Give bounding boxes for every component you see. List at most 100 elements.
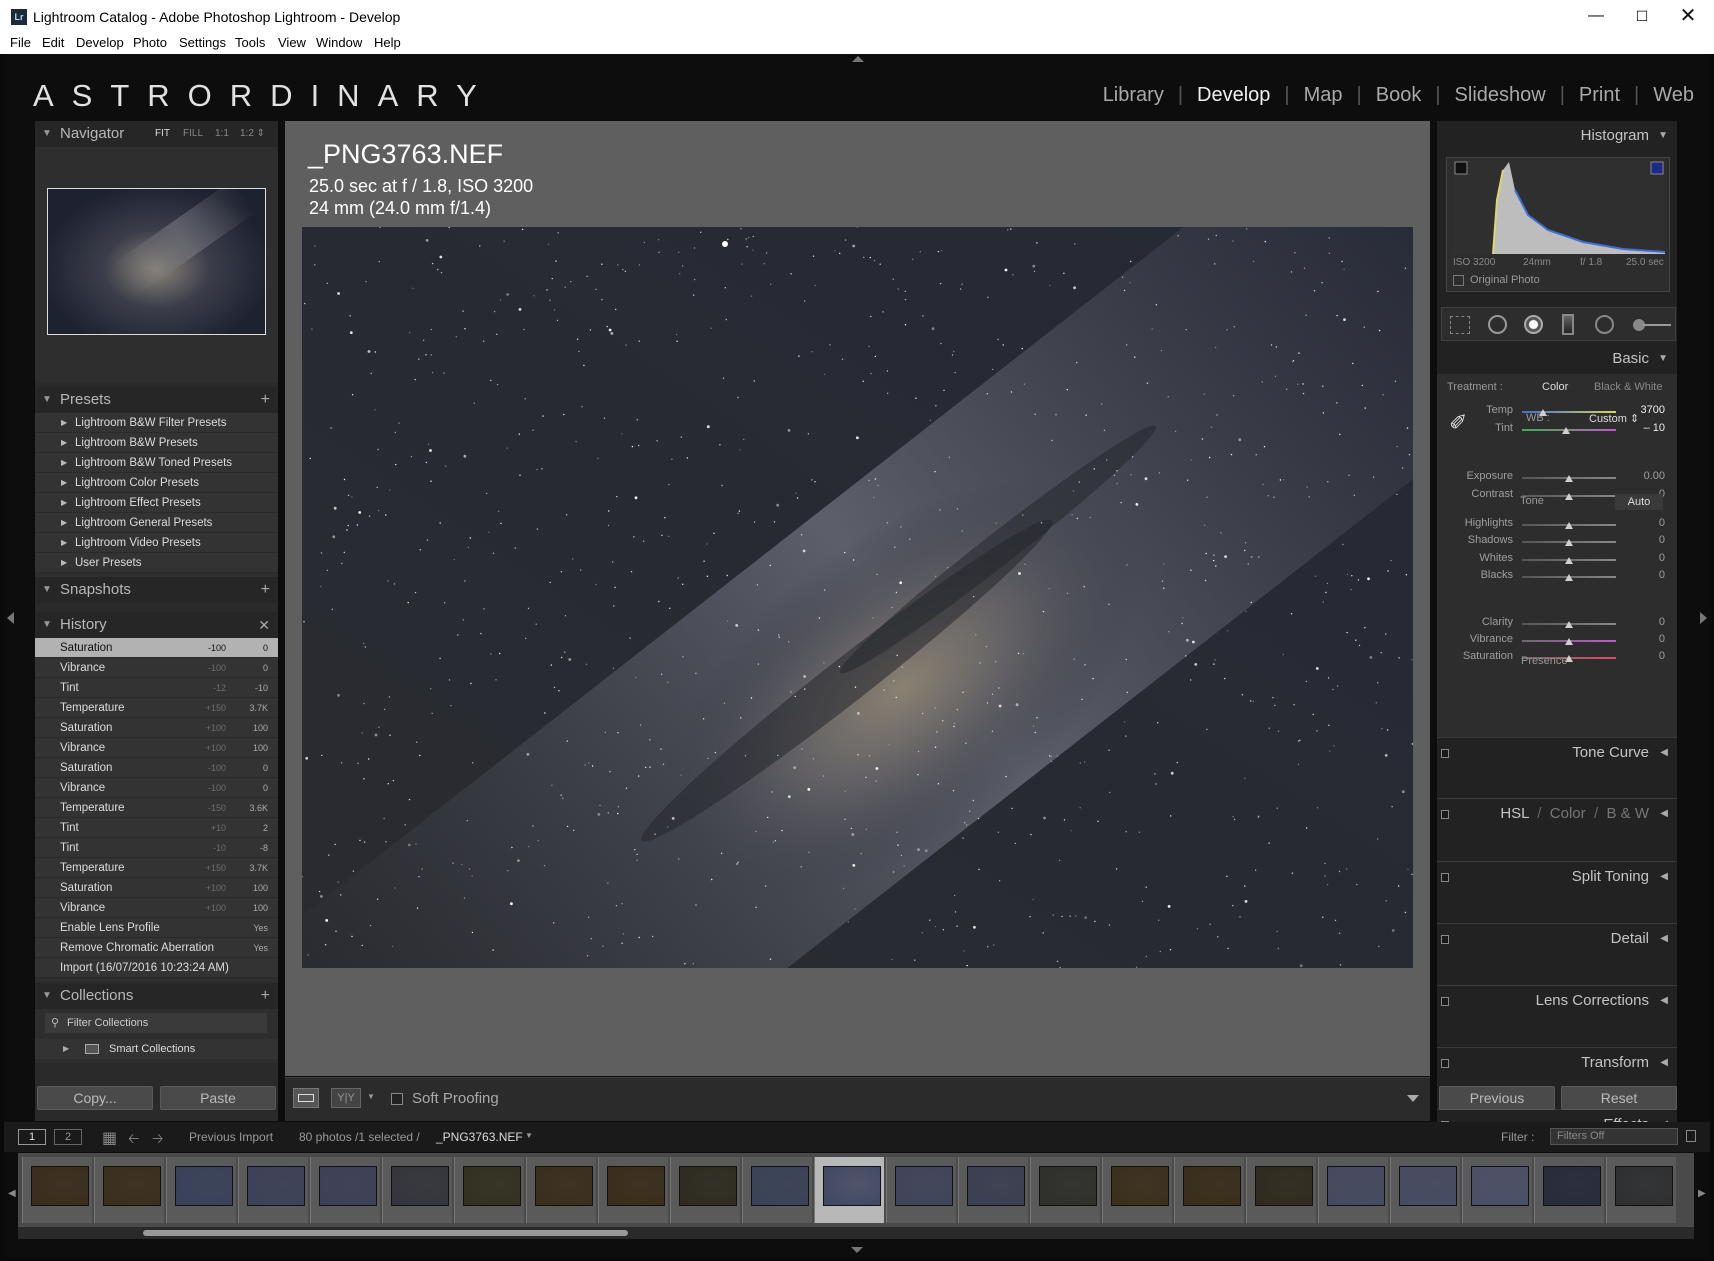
toolbar-options-icon[interactable] — [1407, 1095, 1419, 1102]
zoom-fit[interactable]: FIT — [155, 121, 170, 147]
menu-tools[interactable]: Tools — [235, 35, 265, 50]
filmstrip-thumbnail[interactable] — [670, 1157, 740, 1223]
slider-thumb[interactable] — [1565, 539, 1573, 546]
menu-window[interactable]: Window — [316, 35, 362, 50]
preset-folder[interactable]: ▶ Lightroom Video Presets — [35, 533, 278, 553]
history-step[interactable]: Saturation +100 100 — [35, 718, 278, 738]
history-step[interactable]: Saturation +100 100 — [35, 878, 278, 898]
panel-switch-icon[interactable] — [1441, 810, 1449, 819]
menu-file[interactable]: File — [10, 35, 31, 50]
split-toning-panel-header[interactable]: Split Toning ◀ — [1437, 861, 1677, 891]
dropdown-arrow-icon[interactable]: ▼ — [367, 1092, 375, 1101]
detail-panel-header[interactable]: Detail ◀ — [1437, 923, 1677, 953]
grid-view-icon[interactable]: ▦ — [102, 1128, 117, 1148]
slider-thumb[interactable] — [1565, 475, 1573, 482]
slider-track[interactable] — [1522, 411, 1616, 413]
slider-thumb[interactable] — [1565, 638, 1573, 645]
top-panel-toggle-icon[interactable] — [852, 56, 864, 62]
filmstrip-thumbnail[interactable] — [598, 1157, 668, 1223]
history-step[interactable]: Tint +10 2 — [35, 818, 278, 838]
module-print[interactable]: Print — [1565, 84, 1634, 107]
filmstrip-scroll-right-icon[interactable]: ▶ — [1698, 1188, 1706, 1199]
history-step[interactable]: Enable Lens Profile Yes — [35, 918, 278, 938]
zoom-1-2[interactable]: 1:2 ⇕ — [240, 121, 265, 147]
filter-dropdown[interactable]: Filters Off — [1550, 1128, 1678, 1145]
preset-folder[interactable]: ▶ Lightroom General Presets — [35, 513, 278, 533]
back-arrow-icon[interactable]: 🡠 — [128, 1128, 139, 1152]
filmstrip-thumbnail[interactable] — [1462, 1157, 1532, 1223]
history-step[interactable]: Vibrance -100 0 — [35, 658, 278, 678]
treatment-color-option[interactable]: Color — [1542, 381, 1568, 393]
slider-value[interactable]: 0 — [1625, 633, 1665, 645]
filter-lock-icon[interactable] — [1686, 1130, 1696, 1142]
module-book[interactable]: Book — [1362, 84, 1436, 107]
auto-tone-button[interactable]: Auto — [1615, 494, 1663, 510]
slider-value[interactable]: 3700 — [1625, 404, 1665, 416]
bottom-panel-toggle-icon[interactable] — [851, 1247, 863, 1253]
module-map[interactable]: Map — [1290, 84, 1357, 107]
filmstrip-thumbnail[interactable] — [238, 1157, 308, 1223]
history-step[interactable]: Saturation -100 0 — [35, 758, 278, 778]
right-panel-toggle-icon[interactable] — [1700, 612, 1707, 624]
forward-arrow-icon[interactable]: 🡢 — [152, 1128, 163, 1152]
panel-switch-icon[interactable] — [1441, 1059, 1449, 1068]
slider-value[interactable]: 0 — [1625, 534, 1665, 546]
menu-view[interactable]: View — [278, 35, 306, 50]
original-photo-checkbox[interactable] — [1453, 275, 1464, 286]
add-collection-icon[interactable]: + — [261, 983, 270, 1009]
preset-folder[interactable]: ▶ Lightroom Color Presets — [35, 473, 278, 493]
module-slideshow[interactable]: Slideshow — [1441, 84, 1560, 107]
filmstrip-thumbnail[interactable] — [958, 1157, 1028, 1223]
radial-filter-icon[interactable] — [1595, 315, 1614, 334]
module-web[interactable]: Web — [1639, 84, 1694, 107]
basic-header[interactable]: Basic ▼ — [1437, 344, 1677, 374]
close-button[interactable]: ✕ — [1665, 0, 1711, 34]
previous-button[interactable]: Previous — [1439, 1086, 1555, 1110]
add-preset-icon[interactable]: + — [261, 387, 270, 413]
filter-collections-input[interactable]: ⚲ Filter Collections — [45, 1013, 267, 1033]
reset-button[interactable]: Reset — [1561, 1086, 1677, 1110]
red-eye-icon[interactable] — [1524, 315, 1543, 334]
filmstrip-thumbnail[interactable] — [1606, 1157, 1676, 1223]
filmstrip-scroll-left-icon[interactable]: ◀ — [8, 1188, 16, 1199]
soft-proofing-checkbox[interactable] — [391, 1093, 403, 1105]
filmstrip-thumbnail[interactable] — [1318, 1157, 1388, 1223]
collections-header[interactable]: ▼ Collections + — [35, 983, 278, 1009]
histogram-header[interactable]: Histogram ▼ — [1437, 121, 1677, 151]
filmstrip-thumbnail[interactable] — [22, 1157, 92, 1223]
slider-value[interactable]: 0 — [1625, 517, 1665, 529]
slider-thumb[interactable] — [1565, 493, 1573, 500]
filmstrip-scroll-thumb[interactable] — [143, 1230, 628, 1236]
history-step[interactable]: Vibrance -100 0 — [35, 778, 278, 798]
filmstrip-thumbnail[interactable] — [94, 1157, 164, 1223]
panel-switch-icon[interactable] — [1441, 873, 1449, 882]
filmstrip-thumbnail[interactable] — [1246, 1157, 1316, 1223]
menu-settings[interactable]: Settings — [179, 35, 226, 50]
preset-folder[interactable]: ▶ Lightroom B&W Toned Presets — [35, 453, 278, 473]
history-step[interactable]: Temperature +150 3.7K — [35, 698, 278, 718]
slider-thumb[interactable] — [1562, 427, 1571, 434]
adjustment-brush-icon[interactable] — [1633, 316, 1671, 334]
copy-button[interactable]: Copy... — [37, 1086, 153, 1110]
transform-panel-header[interactable]: Transform ◀ — [1437, 1047, 1677, 1077]
preset-folder[interactable]: ▶ Lightroom B&W Filter Presets — [35, 413, 278, 433]
dropdown-arrow-icon[interactable]: ▼ — [525, 1131, 533, 1140]
slider-value[interactable]: 0.00 — [1625, 470, 1665, 482]
slider-value[interactable]: 0 — [1625, 569, 1665, 581]
source-label[interactable]: Previous Import — [189, 1130, 273, 1144]
menu-help[interactable]: Help — [374, 35, 401, 50]
color-tab[interactable]: Color — [1550, 805, 1586, 822]
presets-header[interactable]: ▼ Presets + — [35, 387, 278, 413]
slider-thumb[interactable] — [1538, 409, 1547, 416]
minimize-button[interactable]: — — [1573, 0, 1619, 34]
smart-collections-item[interactable]: ▶ Smart Collections — [35, 1039, 278, 1059]
filmstrip-thumbnail[interactable] — [310, 1157, 380, 1223]
secondary-window-button[interactable]: 2 — [54, 1129, 82, 1145]
slider-value[interactable]: – 10 — [1625, 422, 1665, 434]
filmstrip-thumbnail[interactable] — [1102, 1157, 1172, 1223]
hsl-panel-header[interactable]: HSL / Color / B & W ◀ — [1437, 798, 1677, 828]
zoom-1-1[interactable]: 1:1 — [215, 121, 229, 147]
history-step[interactable]: Temperature +150 3.7K — [35, 858, 278, 878]
filmstrip-thumbnail[interactable] — [1030, 1157, 1100, 1223]
slider-value[interactable]: 0 — [1625, 650, 1665, 662]
